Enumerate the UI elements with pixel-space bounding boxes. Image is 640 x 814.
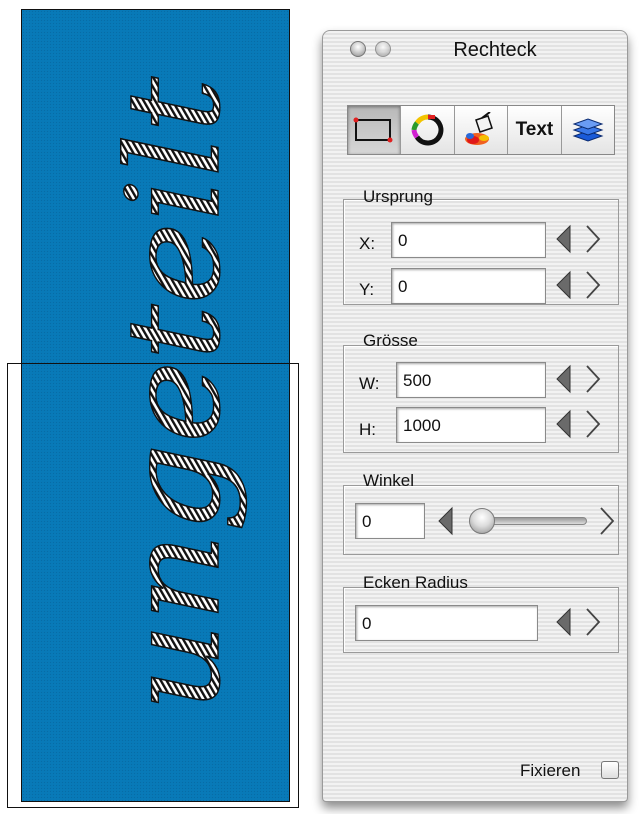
angle-slider-knob[interactable] [469,508,495,534]
h-increment-arrow-icon[interactable] [585,409,601,439]
h-field[interactable]: 1000 [396,407,546,443]
x-label: X: [359,234,376,253]
y-field[interactable]: 0 [391,268,546,304]
x-increment-arrow-icon[interactable] [585,224,601,254]
x-decrement-arrow-icon[interactable] [555,224,571,254]
angle-increment-arrow-icon[interactable] [599,506,615,536]
w-increment-arrow-icon[interactable] [585,364,601,394]
tool-tabs: Text [347,105,615,155]
y-increment-arrow-icon[interactable] [585,270,601,300]
rectangle-icon [353,117,393,143]
rectangle-inspector-window: Rechteck Text Ursprung X: 0 Y: 0 Grösse … [322,30,628,802]
angle-field[interactable]: 0 [355,503,425,539]
corner-radius-increment-arrow-icon[interactable] [585,607,601,637]
corner-radius-group-label: Ecken Radius [363,573,468,592]
layers-icon [572,118,604,142]
text-tab-label: Text [515,119,554,140]
corner-radius-field[interactable]: 0 [355,605,538,641]
w-label: W: [359,374,380,393]
y-decrement-arrow-icon[interactable] [555,270,571,300]
y-label: Y: [359,280,375,299]
x-field[interactable]: 0 [391,222,546,258]
paint-bucket-icon [465,112,493,145]
tab-text[interactable]: Text [508,106,562,154]
corner-radius-decrement-arrow-icon[interactable] [555,607,571,637]
h-label: H: [359,420,376,439]
lock-checkbox[interactable] [601,761,619,779]
w-field[interactable]: 500 [396,362,546,398]
angle-decrement-arrow-icon[interactable] [437,506,453,536]
tab-color[interactable] [401,106,455,154]
tab-layers[interactable] [561,106,615,154]
size-group-label: Grösse [363,331,418,350]
w-decrement-arrow-icon[interactable] [555,364,571,394]
tab-fill[interactable] [454,106,509,154]
window-title: Rechteck [453,39,537,61]
selection-rectangle[interactable] [7,363,299,808]
tab-rectangle[interactable] [348,106,402,154]
h-decrement-arrow-icon[interactable] [555,409,571,439]
origin-group-label: Ursprung [363,187,433,206]
window-titlebar[interactable]: Rechteck [323,31,627,67]
lock-label: Fixieren [520,761,581,780]
color-wheel-icon [411,114,444,146]
angle-group-label: Winkel [363,471,415,490]
